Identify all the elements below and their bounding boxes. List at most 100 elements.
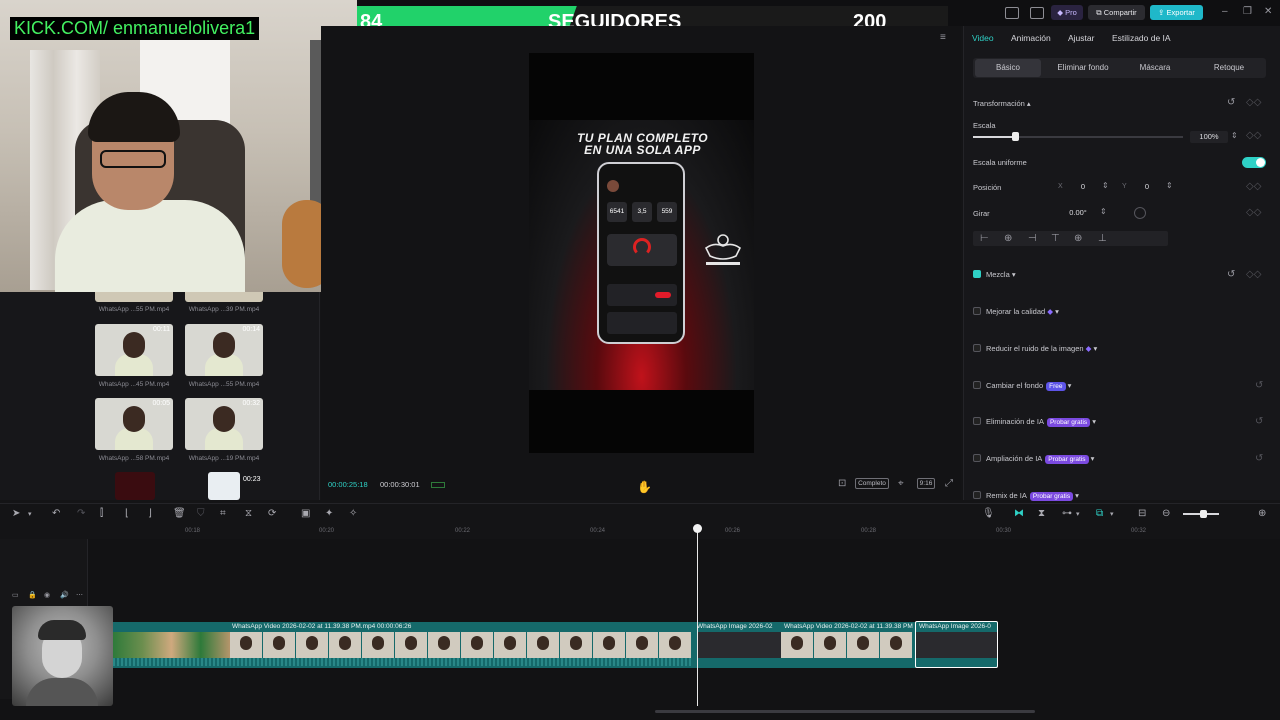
media-thumb[interactable]: 00:32 — [185, 398, 263, 450]
reset-icon[interactable]: ↺ — [1255, 381, 1263, 391]
scale-slider-handle[interactable] — [1012, 132, 1019, 141]
feature-checkbox[interactable] — [973, 454, 981, 462]
uniform-scale-toggle[interactable] — [1242, 157, 1266, 168]
feature-checkbox[interactable] — [973, 491, 981, 499]
split-right-icon[interactable]: ⌋ — [148, 508, 152, 519]
redo-icon[interactable]: ↷ — [77, 508, 85, 519]
reset-icon[interactable]: ↺ — [1255, 417, 1263, 427]
subtab-retouch[interactable]: Retoque — [1196, 59, 1262, 77]
reset-icon[interactable]: ↺ — [1227, 270, 1235, 280]
feature-checkbox[interactable] — [973, 417, 981, 425]
zoom-out-icon[interactable]: ⊖ — [1162, 508, 1170, 519]
magic-icon[interactable]: ✦ — [325, 508, 333, 519]
layout-icon[interactable] — [1005, 7, 1019, 19]
zoom-slider-handle[interactable] — [1200, 510, 1207, 518]
more-icon[interactable]: ⋯ — [76, 592, 83, 599]
snap-icon[interactable]: ⧗ — [1038, 508, 1045, 519]
stepper-icon[interactable]: ⇕ — [1166, 182, 1173, 190]
undo-icon[interactable]: ↶ — [52, 508, 60, 519]
freeze-icon[interactable]: ▣ — [301, 508, 310, 519]
media-thumb-figure[interactable] — [208, 472, 240, 500]
blend-checkbox[interactable] — [973, 270, 981, 278]
menu-icon[interactable]: ≡ — [940, 33, 946, 43]
delete-icon[interactable]: 🗑 — [173, 508, 186, 519]
chevron-down-icon[interactable]: ▾ — [1076, 510, 1080, 518]
rotate-icon[interactable]: ⟳ — [268, 508, 276, 519]
align-left-icon[interactable]: ⊢ — [980, 234, 989, 244]
media-thumb-partial-2[interactable] — [185, 292, 263, 302]
reset-icon[interactable]: ↺ — [1255, 454, 1263, 464]
feature-checkbox[interactable] — [973, 344, 981, 352]
lock-icon[interactable]: 🔒 — [28, 592, 37, 599]
screenshot-icon[interactable]: ⌖ — [898, 479, 904, 489]
media-thumb[interactable]: 00:05 — [95, 398, 173, 450]
tab-video[interactable]: Video — [972, 33, 994, 43]
media-thumb-red[interactable] — [115, 472, 155, 500]
feature-checkbox[interactable] — [973, 381, 981, 389]
shield-icon[interactable]: ⛉ — [197, 508, 205, 519]
split-icon[interactable]: ⫿ — [100, 508, 103, 519]
main-track-link-icon[interactable]: ⧓ — [1014, 508, 1024, 519]
playhead-line[interactable] — [697, 528, 698, 706]
align-right-icon[interactable]: ⊣ — [1028, 234, 1037, 244]
subtab-mask[interactable]: Máscara — [1122, 59, 1188, 77]
crop-icon[interactable]: ⌗ — [220, 508, 226, 519]
media-thumb-partial-1[interactable] — [95, 292, 173, 302]
keyframe-icon[interactable]: ◇◇ — [1246, 270, 1261, 280]
stepper-icon[interactable]: ⇕ — [1231, 132, 1238, 140]
speaker-icon[interactable]: 🔊 — [60, 592, 69, 599]
pos-x-field[interactable]: 0 — [1066, 181, 1100, 193]
close-icon[interactable]: ✕ — [1264, 7, 1272, 17]
ratio-button[interactable]: Completo — [855, 478, 889, 489]
keyframe-icon[interactable]: ◇◇ — [1246, 182, 1261, 192]
track-cover-portrait[interactable] — [12, 606, 113, 706]
chevron-down-icon[interactable]: ▾ — [1110, 510, 1114, 518]
media-thumb[interactable]: 00:11 — [95, 324, 173, 376]
share-button[interactable]: ⧉ Compartir — [1088, 5, 1145, 20]
align-bottom-icon[interactable]: ⊥ — [1098, 234, 1107, 244]
keyboard-icon[interactable] — [1030, 7, 1044, 19]
selected-clip-outline[interactable] — [915, 621, 998, 668]
clip-green-segment[interactable] — [113, 632, 230, 658]
fullscreen-icon[interactable]: ⤢ — [945, 479, 953, 489]
select-tool-icon[interactable]: ➤ — [12, 508, 20, 519]
preview-axis-icon[interactable]: ⧉ — [1096, 508, 1103, 519]
zoom-fit-icon[interactable]: ⊕ — [1258, 508, 1266, 519]
align-middle-icon[interactable]: ⊕ — [1074, 234, 1082, 244]
microphone-icon[interactable]: 🎙 — [982, 508, 995, 519]
rotate-dial[interactable] — [1134, 207, 1146, 219]
eye-icon[interactable]: ◉ — [44, 592, 50, 599]
link-icon[interactable]: ⊶ — [1062, 508, 1072, 519]
mirror-icon[interactable]: ⧖ — [245, 508, 252, 519]
keyframe-icon[interactable]: ◇◇ — [1246, 208, 1261, 218]
minimize-icon[interactable]: – — [1222, 7, 1228, 17]
keyframe-icon[interactable]: ◇◇ — [1246, 98, 1261, 108]
reset-icon[interactable]: ↺ — [1227, 98, 1235, 108]
chevron-down-icon[interactable]: ▾ — [28, 510, 32, 518]
playhead-handle[interactable] — [693, 524, 702, 533]
clip-image-segment[interactable] — [697, 632, 781, 658]
subtab-remove-bg[interactable]: Eliminar fondo — [1048, 59, 1118, 77]
fit-icon[interactable]: ⊡ — [838, 479, 846, 489]
media-thumb[interactable]: 00:14 — [185, 324, 263, 376]
keyframe-icon[interactable]: ◇◇ — [1246, 131, 1261, 141]
align-top-icon[interactable]: ⊤ — [1051, 234, 1060, 244]
timeline-scrollbar[interactable] — [655, 710, 1035, 713]
pos-y-field[interactable]: 0 — [1130, 181, 1164, 193]
caption-icon[interactable]: ⊟ — [1138, 508, 1146, 519]
split-left-icon[interactable]: ⌊ — [125, 508, 129, 519]
aspect-button[interactable]: 9:16 — [917, 478, 935, 489]
stepper-icon[interactable]: ⇕ — [1102, 182, 1109, 190]
export-button[interactable]: ⇪ Exportar — [1150, 5, 1203, 20]
maximize-icon[interactable]: ❐ — [1243, 7, 1252, 17]
subtab-basic[interactable]: Básico — [975, 59, 1041, 77]
pro-button[interactable]: ◆ Pro — [1051, 5, 1083, 20]
rotate-field[interactable]: 0.00° — [1058, 207, 1098, 219]
tab-ai-styling[interactable]: Estilizado de IA — [1112, 33, 1171, 43]
track-cover-icon[interactable]: ▭ — [12, 592, 19, 599]
scale-value-field[interactable]: 100% — [1190, 131, 1228, 143]
align-center-icon[interactable]: ⊕ — [1004, 234, 1012, 244]
ai-person-icon[interactable]: ✧ — [349, 508, 357, 519]
feature-checkbox[interactable] — [973, 307, 981, 315]
tab-adjust[interactable]: Ajustar — [1068, 33, 1094, 43]
